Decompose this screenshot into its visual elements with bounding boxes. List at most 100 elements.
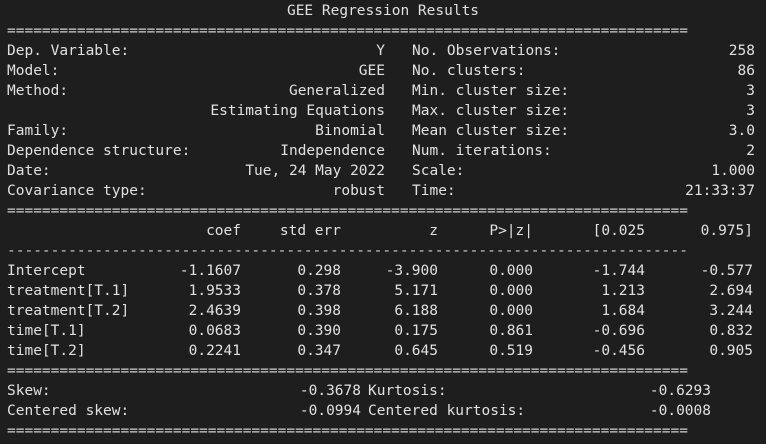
summary-left-label: Dep. Variable:	[7, 43, 130, 59]
diagnostic-label: Centered kurtosis:	[368, 403, 526, 419]
summary-right-value: 3.0	[728, 123, 755, 139]
coef-cell: 1.9533	[188, 283, 241, 299]
diagnostic-label: Kurtosis:	[368, 383, 447, 399]
summary-left-value: Generalized	[288, 83, 385, 99]
z-cell: 0.175	[394, 323, 438, 339]
std-err-cell: 0.398	[297, 303, 341, 319]
separator-double: ========================================…	[7, 423, 688, 439]
ci-low-cell: -0.456	[592, 343, 645, 359]
coef-cell: 0.2241	[188, 343, 241, 359]
p-value-cell: 0.861	[489, 323, 533, 339]
col-header-z: z	[429, 223, 438, 239]
regression-output: GEE Regression Results =================…	[0, 0, 766, 444]
col-header-std-err: std err	[279, 223, 341, 239]
coef-cell: 2.4639	[188, 303, 241, 319]
z-cell: 0.645	[394, 343, 438, 359]
row-term-name: treatment[T.2]	[7, 303, 130, 319]
ci-high-cell: 3.244	[709, 303, 753, 319]
col-header-ci-low: [0.025	[592, 223, 645, 239]
summary-right-label: Max. cluster size:	[412, 103, 570, 119]
table-row: treatment[T.2] 2.4639 0.398 6.188 0.000 1.684…	[7, 301, 759, 321]
summary-row: Covariance type: robust Time: 21:33:37	[7, 181, 759, 201]
col-header-ci-high: 0.975]	[700, 223, 753, 239]
summary-row: Method: Generalized Min. cluster size: 3	[7, 81, 759, 101]
coef-table-header: coef std err z P>|z| [0.025 0.975]	[7, 221, 759, 241]
summary-right-label: Scale:	[412, 163, 465, 179]
std-err-cell: 0.347	[297, 343, 341, 359]
z-cell: -3.900	[385, 263, 438, 279]
summary-right-value: 258	[728, 43, 755, 59]
p-value-cell: 0.000	[489, 263, 533, 279]
summary-right-label: Min. cluster size:	[412, 83, 570, 99]
ci-high-cell: 2.694	[709, 283, 753, 299]
ci-low-cell: -1.744	[592, 263, 645, 279]
row-term-name: time[T.2]	[7, 343, 86, 359]
summary-left-value: Binomial	[315, 123, 385, 139]
table-row: time[T.1] 0.0683 0.390 0.175 0.861 -0.696 0.83…	[7, 321, 759, 341]
row-term-name: Intercept	[7, 263, 86, 279]
summary-left-value: Estimating Equations	[210, 103, 385, 119]
ci-high-cell: -0.577	[700, 263, 753, 279]
summary-left-label: Method:	[7, 83, 69, 99]
diagnostic-value: -0.6293	[649, 383, 711, 399]
summary-left-label: Family:	[7, 123, 69, 139]
p-value-cell: 0.000	[489, 283, 533, 299]
diagnostic-row: Skew: -0.3678 Kurtosis: -0.6293	[7, 381, 759, 401]
diagnostic-label: Skew:	[7, 383, 51, 399]
p-value-cell: 0.000	[489, 303, 533, 319]
summary-right-value: 3	[746, 103, 755, 119]
table-row: time[T.2] 0.2241 0.347 0.645 0.519 -0.456 0.90…	[7, 341, 759, 361]
diagnostic-value: -0.0008	[649, 403, 711, 419]
p-value-cell: 0.519	[489, 343, 533, 359]
summary-row: Model: GEE No. clusters: 86	[7, 61, 759, 81]
diagnostic-value: -0.3678	[299, 383, 361, 399]
ci-low-cell: -0.696	[592, 323, 645, 339]
coef-cell: 0.0683	[188, 323, 241, 339]
summary-right-label: Num. iterations:	[412, 143, 552, 159]
separator-double: ========================================…	[7, 363, 688, 379]
separator-double: ========================================…	[7, 203, 688, 219]
ci-low-cell: 1.213	[601, 283, 645, 299]
z-cell: 5.171	[394, 283, 438, 299]
summary-row: Estimating Equations Max. cluster size: 3	[7, 101, 759, 121]
summary-left-value: Tue, 24 May 2022	[245, 163, 385, 179]
output-title: GEE Regression Results	[286, 3, 480, 19]
row-term-name: time[T.1]	[7, 323, 86, 339]
summary-right-value: 2	[746, 143, 755, 159]
ci-low-cell: 1.684	[601, 303, 645, 319]
summary-left-label: Covariance type:	[7, 183, 147, 199]
coef-cell: -1.1607	[179, 263, 241, 279]
summary-row: Family: Binomial Mean cluster size: 3.0	[7, 121, 759, 141]
std-err-cell: 0.298	[297, 263, 341, 279]
std-err-cell: 0.378	[297, 283, 341, 299]
summary-right-label: Time:	[412, 183, 456, 199]
summary-left-value: Y	[376, 43, 385, 59]
summary-left-value: robust	[332, 183, 385, 199]
summary-row: Dep. Variable: Y No. Observations: 258	[7, 41, 759, 61]
diagnostic-label: Centered skew:	[7, 403, 130, 419]
col-header-p: P>|z|	[489, 223, 533, 239]
summary-left-label: Date:	[7, 163, 51, 179]
summary-row: Dependence structure: Independence Num. it…	[7, 141, 759, 161]
summary-left-label: Model:	[7, 63, 60, 79]
ci-high-cell: 0.905	[709, 343, 753, 359]
summary-right-value: 3	[746, 83, 755, 99]
row-term-name: treatment[T.1]	[7, 283, 130, 299]
summary-right-label: No. Observations:	[412, 43, 561, 59]
col-header-coef: coef	[206, 223, 241, 239]
table-row: treatment[T.1] 1.9533 0.378 5.171 0.000 1.213…	[7, 281, 759, 301]
diagnostic-row: Centered skew: -0.0994 Centered kurtosis: -…	[7, 401, 759, 421]
summary-right-label: No. clusters:	[412, 63, 526, 79]
summary-left-value: Independence	[280, 143, 385, 159]
summary-left-value: GEE	[358, 63, 385, 79]
summary-right-value: 86	[737, 63, 755, 79]
table-row: Intercept -1.1607 0.298 -3.900 0.000 -1.744 -0…	[7, 261, 759, 281]
summary-right-value: 1.000	[711, 163, 755, 179]
summary-row: Date: Tue, 24 May 2022 Scale: 1.000	[7, 161, 759, 181]
summary-right-value: 21:33:37	[685, 183, 755, 199]
std-err-cell: 0.390	[297, 323, 341, 339]
z-cell: 6.188	[394, 303, 438, 319]
separator-single: ----------------------------------------…	[7, 243, 688, 259]
ci-high-cell: 0.832	[709, 323, 753, 339]
separator-double: ========================================…	[7, 23, 688, 39]
